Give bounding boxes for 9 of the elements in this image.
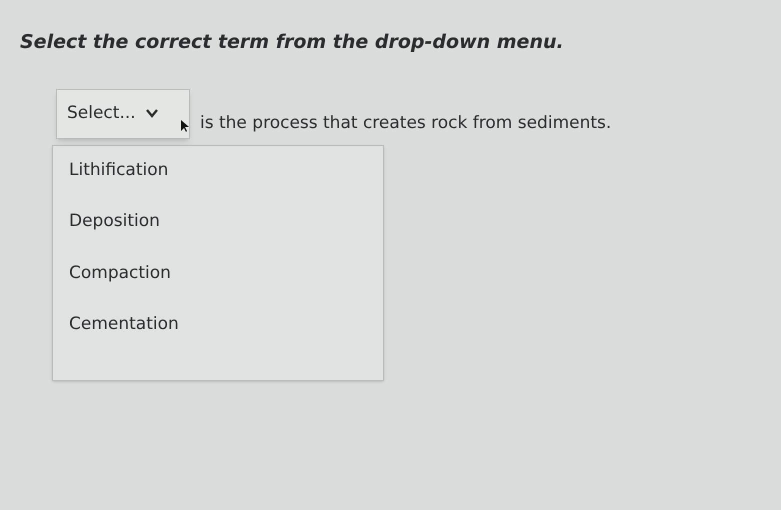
dropdown-option[interactable]: Compaction xyxy=(69,260,171,286)
question-title: Select the correct term from the drop-down menu. xyxy=(20,30,564,55)
dropdown-option[interactable]: Deposition xyxy=(69,209,160,234)
dropdown-option[interactable]: Lithification xyxy=(69,158,168,183)
dropdown-select[interactable]: Select... xyxy=(56,88,190,138)
sentence-text: is the process that creates rock from sediments. xyxy=(200,112,612,135)
dropdown-option[interactable]: Cementation xyxy=(69,312,179,338)
chevron-down-icon xyxy=(146,109,158,118)
mouse-pointer-icon xyxy=(181,120,189,132)
